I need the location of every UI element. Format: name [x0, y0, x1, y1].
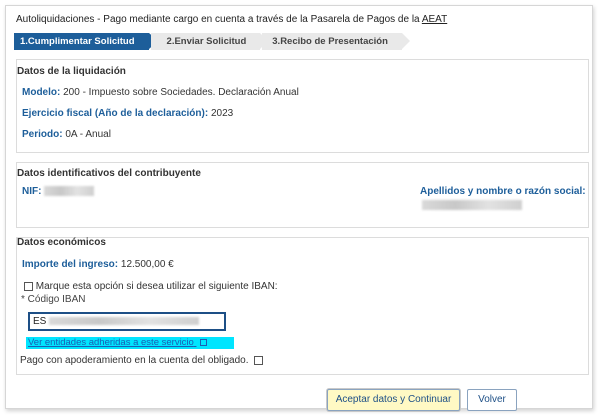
nif-value-redacted [44, 186, 95, 197]
modelo-row: Modelo: 200 - Impuesto sobre Sociedades.… [22, 87, 299, 98]
ejercicio-row: Ejercicio fiscal (Año de la declaración)… [22, 108, 233, 119]
periodo-value: 0A - Anual [65, 129, 111, 140]
apoderamiento-label: Pago con apoderamiento en la cuenta del … [20, 355, 249, 366]
nif-row: NIF: [22, 186, 95, 197]
iban-option-row: Marque esta opción si desea utilizar el … [24, 281, 278, 292]
ejercicio-label: Ejercicio fiscal (Año de la declaración)… [22, 108, 209, 119]
step-recibo: 3.Recibo de Presentación [262, 33, 410, 50]
periodo-row: Periodo: 0A - Anual [22, 129, 111, 140]
step-cumplimentar: 1.Cumplimentar Solicitud [14, 33, 158, 50]
nombre-row: Apellidos y nombre o razón social: [420, 186, 586, 197]
apoderamiento-checkbox[interactable] [254, 355, 264, 365]
periodo-label: Periodo: [22, 129, 63, 140]
importe-label: Importe del ingreso: [22, 259, 119, 270]
importe-row: Importe del ingreso: 12.500,00 € [22, 259, 174, 270]
section-economicos-title: Datos económicos [17, 237, 106, 248]
nombre-label: Apellidos y nombre o razón social: [420, 186, 586, 197]
step-enviar: 2.Enviar Solicitud [150, 33, 268, 50]
section-liquidacion-title: Datos de la liquidación [17, 66, 126, 77]
modelo-value: 200 - Impuesto sobre Sociedades. Declara… [63, 87, 299, 98]
section-contribuyente-title: Datos identificativos del contribuyente [17, 168, 201, 179]
back-button[interactable]: Volver [467, 389, 517, 411]
ejercicio-value: 2023 [210, 108, 234, 119]
importe-value: 12.500,00 € [120, 259, 174, 270]
nombre-value-row [422, 200, 522, 211]
apoderamiento-row: Pago con apoderamiento en la cuenta del … [20, 355, 264, 366]
external-link-icon [200, 338, 208, 346]
accept-continue-button[interactable]: Aceptar datos y Continuar [327, 389, 460, 411]
iban-option-label: Marque esta opción si desea utilizar el … [35, 281, 278, 292]
entidades-link-text: Ver entidades adheridas a este servicio [28, 337, 194, 348]
iban-field-label: * Código IBAN [21, 294, 86, 305]
nombre-value-redacted [422, 200, 522, 211]
payment-form-window: Autoliquidaciones - Pago mediante cargo … [5, 5, 593, 411]
iban-input[interactable]: ES [28, 312, 226, 331]
iban-redacted [49, 317, 200, 326]
nif-label: NIF: [22, 186, 42, 197]
entidades-link[interactable]: Ver entidades adheridas a este servicio [26, 337, 234, 349]
modelo-label: Modelo: [22, 87, 61, 98]
page-title-text: Autoliquidaciones - Pago mediante cargo … [16, 14, 422, 25]
wizard-steps: 1.Cumplimentar Solicitud 2.Enviar Solici… [14, 33, 410, 50]
iban-input-value: ES [33, 316, 47, 327]
aeat-link[interactable]: AEAT [422, 14, 447, 25]
page-title: Autoliquidaciones - Pago mediante cargo … [16, 14, 447, 25]
iban-option-checkbox[interactable] [24, 281, 33, 291]
